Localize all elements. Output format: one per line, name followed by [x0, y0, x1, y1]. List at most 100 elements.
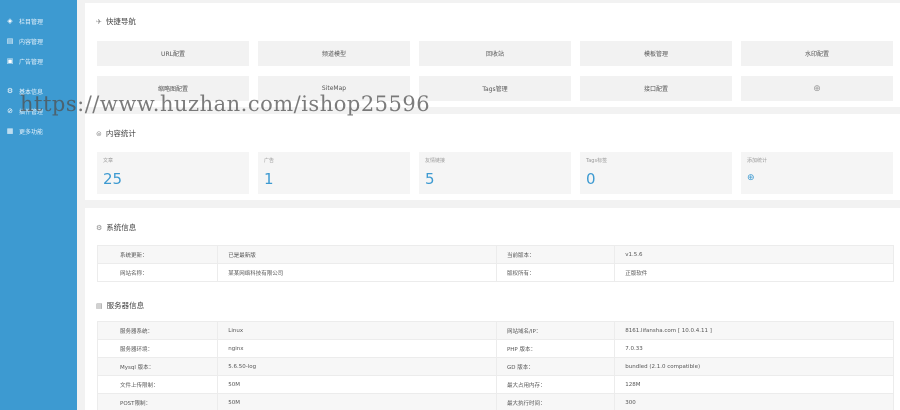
info-value: 50M — [217, 393, 497, 410]
info-key: Mysql 版本： — [96, 357, 219, 376]
gear-icon: ⚙ — [6, 87, 14, 95]
ad-icon: ▣ — [6, 57, 14, 65]
channel-model-button[interactable]: 频道模型 — [258, 41, 410, 66]
info-key: PHP 版本： — [495, 339, 616, 358]
thumbnail-config-button[interactable]: 缩略图配置 — [97, 76, 249, 101]
info-value: 已是最新版 — [217, 245, 497, 264]
table-row: 系统更新： 已是最新版 当前版本： v1.5.6 — [96, 245, 894, 264]
info-key: 最大占用内存： — [495, 375, 616, 394]
stat-add[interactable]: 添加统计 ⊕ — [741, 152, 893, 194]
info-key: 文件上传限制： — [96, 375, 219, 394]
sidebar-item-label: 广告管理 — [19, 58, 44, 66]
add-shortcut-button[interactable]: ⊕ — [741, 76, 893, 101]
stat-value: 0 — [586, 170, 596, 188]
info-key: 服务器系统： — [96, 321, 219, 340]
stat-label: Tags标签 — [586, 158, 608, 164]
stats-grid: 文章 25 广告 1 友情链接 5 Tags标签 0 添加统计 ⊕ — [97, 152, 894, 194]
content-stats-title-text: 内容统计 — [105, 129, 136, 138]
stat-ads[interactable]: 广告 1 — [258, 152, 410, 194]
sidebar-item-label: 插件管理 — [19, 108, 44, 116]
stat-articles[interactable]: 文章 25 — [97, 152, 249, 194]
system-info-table: 系统更新： 已是最新版 当前版本： v1.5.6 网站名称： 某某网络科技有限公… — [96, 245, 894, 282]
info-value: 128M — [614, 375, 894, 394]
table-row: 文件上传限制： 50M 最大占用内存： 128M — [96, 375, 894, 394]
sidebar-item-ads[interactable]: ▣ 广告管理 — [0, 52, 77, 70]
send-icon: ✈ — [96, 17, 102, 26]
info-value: 300 — [614, 393, 894, 410]
info-value: 5.6.50-log — [217, 357, 497, 376]
table-row: 网站名称： 某某网络科技有限公司 版权所有： 正版软件 — [96, 263, 894, 282]
table-row: 服务器系统： Linux 网站域名/IP： 8161.lifansha.com … — [96, 321, 894, 340]
stats-icon: ⊜ — [96, 129, 102, 138]
info-value: bundled (2.1.0 compatible) — [614, 357, 894, 376]
document-icon: ▤ — [6, 37, 14, 45]
system-info-title: ⚙ 系统信息 — [96, 222, 136, 233]
recycle-bin-button[interactable]: 回收站 — [419, 41, 571, 66]
sidebar-item-label: 更多功能 — [19, 128, 44, 136]
plus-circle-icon: ⊕ — [747, 173, 755, 183]
info-value: v1.5.6 — [614, 245, 894, 264]
plus-circle-icon: ⊕ — [813, 83, 821, 94]
sidebar-item-more[interactable]: ▦ 更多功能 — [0, 122, 77, 140]
quick-nav-grid: URL配置 频道模型 回收站 模板管理 水印配置 缩略图配置 SiteMap T… — [97, 41, 894, 101]
info-value: 7.0.33 — [614, 339, 894, 358]
sidebar-item-plugins[interactable]: ⊘ 插件管理 — [0, 102, 77, 120]
server-icon: ▤ — [96, 301, 103, 310]
server-info-title: ▤ 服务器信息 — [96, 300, 144, 311]
plugin-icon: ⊘ — [7, 107, 13, 115]
tags-manage-button[interactable]: Tags管理 — [419, 76, 571, 101]
sidebar-item-label: 栏目管理 — [19, 18, 44, 26]
template-manage-button[interactable]: 模板管理 — [580, 41, 732, 66]
layers-icon: ◈ — [7, 17, 13, 25]
watermark-config-button[interactable]: 水印配置 — [741, 41, 893, 66]
content-stats-panel: ⊜ 内容统计 文章 25 广告 1 友情链接 5 Tags标签 0 添加统计 ⊕ — [85, 114, 900, 200]
stat-value: 25 — [103, 170, 123, 188]
info-key: 最大执行时间： — [495, 393, 616, 410]
info-key: POST限制： — [96, 393, 219, 410]
info-value: 某某网络科技有限公司 — [217, 263, 497, 282]
stat-value: 5 — [425, 170, 435, 188]
server-info-table: 服务器系统： Linux 网站域名/IP： 8161.lifansha.com … — [96, 321, 894, 410]
quick-nav-title-text: 快捷导航 — [105, 17, 136, 26]
sitemap-button[interactable]: SiteMap — [258, 76, 410, 101]
server-info-title-text: 服务器信息 — [106, 301, 145, 310]
sidebar-item-basic-info[interactable]: ⚙ 基本信息 — [0, 82, 77, 100]
stat-label: 广告 — [264, 158, 275, 164]
stat-tags[interactable]: Tags标签 0 — [580, 152, 732, 194]
system-info-panel: ⚙ 系统信息 系统更新： 已是最新版 当前版本： v1.5.6 网站名称： 某某… — [85, 208, 900, 410]
url-config-button[interactable]: URL配置 — [97, 41, 249, 66]
system-info-title-text: 系统信息 — [106, 223, 137, 232]
sidebar-item-content[interactable]: ▤ 内容管理 — [0, 32, 77, 50]
info-key: 版权所有： — [495, 263, 616, 282]
quick-nav-panel: ✈ 快捷导航 URL配置 频道模型 回收站 模板管理 水印配置 缩略图配置 Si… — [85, 3, 900, 107]
stat-label: 文章 — [103, 158, 114, 164]
info-key: 网站域名/IP： — [495, 321, 616, 340]
info-key: GD 版本： — [495, 357, 616, 376]
info-value: nginx — [217, 339, 497, 358]
table-row: Mysql 版本： 5.6.50-log GD 版本： bundled (2.1… — [96, 357, 894, 376]
info-value: 8161.lifansha.com [ 10.0.4.11 ] — [614, 321, 894, 340]
table-row: POST限制： 50M 最大执行时间： 300 — [96, 393, 894, 410]
info-key: 当前版本： — [495, 245, 616, 264]
grid-icon: ▦ — [6, 127, 14, 135]
sidebar-item-label: 基本信息 — [19, 88, 44, 96]
sidebar-item-columns[interactable]: ◈ 栏目管理 — [0, 12, 77, 30]
info-key: 网站名称： — [96, 263, 219, 282]
info-key: 系统更新： — [96, 245, 219, 264]
stat-value: 1 — [264, 170, 274, 188]
sidebar: ◈ 栏目管理 ▤ 内容管理 ▣ 广告管理 ⚙ 基本信息 ⊘ 插件管理 ▦ 更多功… — [0, 0, 77, 410]
sidebar-item-label: 内容管理 — [19, 38, 44, 46]
info-value: Linux — [217, 321, 497, 340]
content-stats-title: ⊜ 内容统计 — [96, 128, 136, 139]
info-value: 50M — [217, 375, 497, 394]
info-value: 正版软件 — [614, 263, 894, 282]
main-content: ✈ 快捷导航 URL配置 频道模型 回收站 模板管理 水印配置 缩略图配置 Si… — [85, 0, 900, 410]
stat-label: 添加统计 — [747, 158, 768, 164]
stat-links[interactable]: 友情链接 5 — [419, 152, 571, 194]
stat-label: 友情链接 — [425, 158, 446, 164]
api-config-button[interactable]: 接口配置 — [580, 76, 732, 101]
quick-nav-title: ✈ 快捷导航 — [96, 16, 136, 27]
table-row: 服务器环境： nginx PHP 版本： 7.0.33 — [96, 339, 894, 358]
settings-icon: ⚙ — [96, 223, 103, 232]
info-key: 服务器环境： — [96, 339, 219, 358]
